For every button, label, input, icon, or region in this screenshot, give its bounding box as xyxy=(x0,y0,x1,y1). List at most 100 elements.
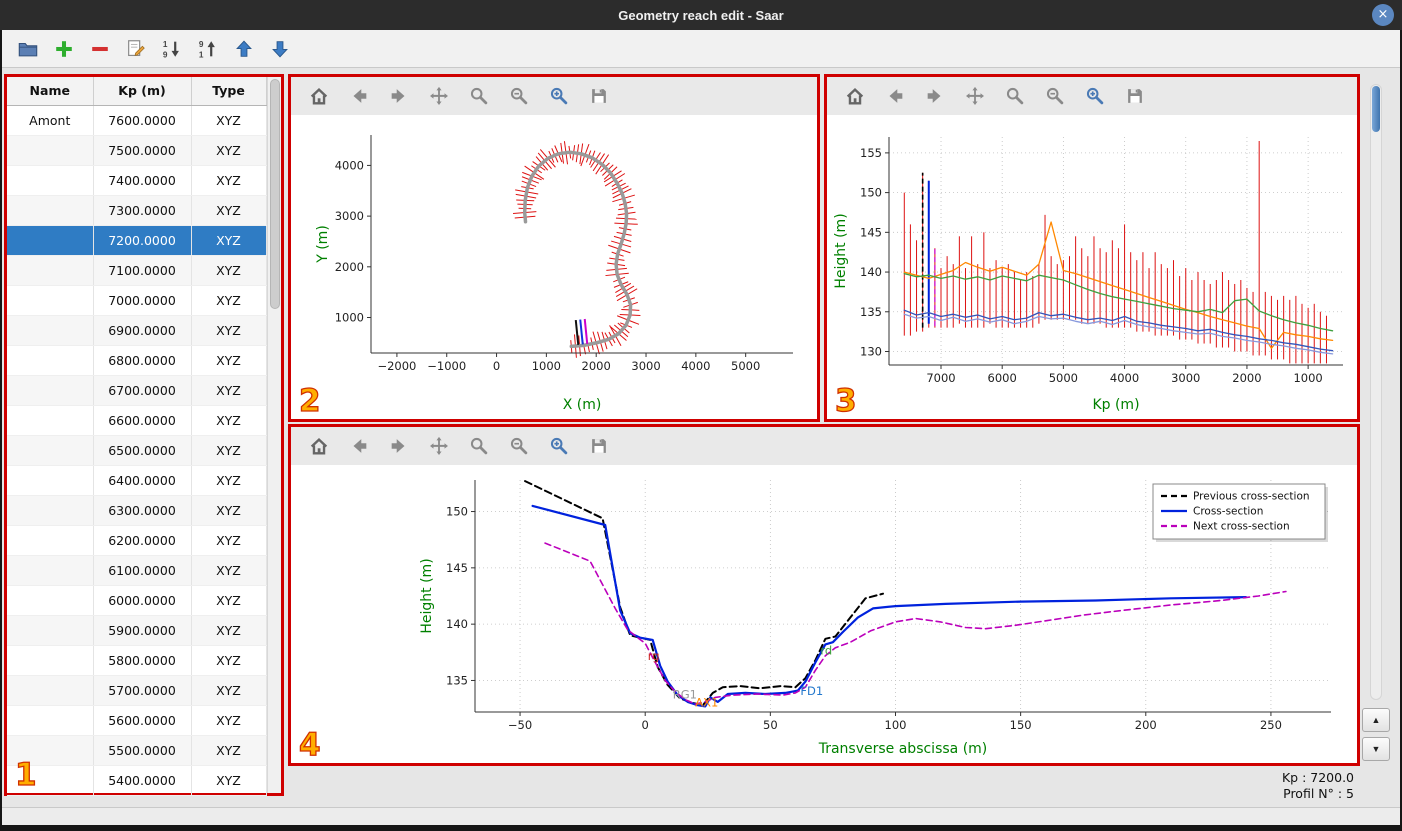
cell-type[interactable]: XYZ xyxy=(191,615,267,646)
longitudinal-profile-figure[interactable]: 7000 6000 5000 4000 3000 2000 1000 130 135 140 145… xyxy=(827,115,1357,419)
cell-kp[interactable]: 5600.0000 xyxy=(93,705,192,736)
remove-profile-button[interactable] xyxy=(86,35,114,63)
cell-name[interactable] xyxy=(7,255,94,286)
cell-name[interactable] xyxy=(7,645,94,676)
table-row[interactable]: 6800.0000 XYZ xyxy=(7,345,267,376)
cell-type[interactable]: XYZ xyxy=(191,375,267,406)
cell-kp[interactable]: 7500.0000 xyxy=(93,135,192,166)
add-profile-button[interactable] xyxy=(50,35,78,63)
table-row[interactable]: 5500.0000 XYZ xyxy=(7,735,267,766)
cell-kp[interactable]: 7400.0000 xyxy=(93,165,192,196)
cell-name[interactable] xyxy=(7,615,94,646)
zoom-button[interactable] xyxy=(1001,83,1028,110)
cell-kp[interactable]: 5700.0000 xyxy=(93,675,192,706)
cell-name[interactable] xyxy=(7,495,94,526)
cell-kp[interactable]: 7600.0000 xyxy=(93,105,192,136)
zoom-button[interactable] xyxy=(465,83,492,110)
zoom-button[interactable] xyxy=(465,433,492,460)
cell-type[interactable]: XYZ xyxy=(191,705,267,736)
cell-name[interactable] xyxy=(7,165,94,196)
pan-button[interactable] xyxy=(425,83,452,110)
column-header-type[interactable]: Type xyxy=(191,77,267,106)
cell-type[interactable]: XYZ xyxy=(191,165,267,196)
cell-type[interactable]: XYZ xyxy=(191,435,267,466)
table-row[interactable]: 6900.0000 XYZ xyxy=(7,315,267,346)
table-row[interactable]: 6100.0000 XYZ xyxy=(7,555,267,586)
vertical-scrollbar[interactable] xyxy=(1370,84,1382,700)
cell-type[interactable]: XYZ xyxy=(191,315,267,346)
cell-name[interactable] xyxy=(7,675,94,706)
cell-kp[interactable]: 7000.0000 xyxy=(93,285,192,316)
zoom-in-button[interactable] xyxy=(1081,83,1108,110)
table-row[interactable]: 7500.0000 XYZ xyxy=(7,135,267,166)
cell-type[interactable]: XYZ xyxy=(191,285,267,316)
cell-name[interactable] xyxy=(7,555,94,586)
cell-kp[interactable]: 5800.0000 xyxy=(93,645,192,676)
table-row[interactable]: 7400.0000 XYZ xyxy=(7,165,267,196)
table-row[interactable]: 5600.0000 XYZ xyxy=(7,705,267,736)
cell-name[interactable] xyxy=(7,195,94,226)
cell-name[interactable] xyxy=(7,315,94,346)
cell-type[interactable]: XYZ xyxy=(191,555,267,586)
table-row[interactable]: 5700.0000 XYZ xyxy=(7,675,267,706)
profiles-table[interactable]: Name Kp (m) Type Amont 7600.0000 XYZ 7500.000… xyxy=(7,77,267,796)
cell-type[interactable]: XYZ xyxy=(191,735,267,766)
cell-name[interactable] xyxy=(7,345,94,376)
table-scrollbar-thumb[interactable] xyxy=(269,79,280,309)
cell-type[interactable]: XYZ xyxy=(191,345,267,376)
sort-ascending-button[interactable]: 19 xyxy=(158,35,186,63)
save-button[interactable] xyxy=(585,83,612,110)
cell-kp[interactable]: 6300.0000 xyxy=(93,495,192,526)
table-row[interactable]: 5900.0000 XYZ xyxy=(7,615,267,646)
cell-type[interactable]: XYZ xyxy=(191,495,267,526)
cell-type[interactable]: XYZ xyxy=(191,645,267,676)
forward-button[interactable] xyxy=(385,433,412,460)
vertical-scrollbar-thumb[interactable] xyxy=(1372,86,1380,132)
cell-kp[interactable]: 6000.0000 xyxy=(93,585,192,616)
table-row[interactable]: 6200.0000 XYZ xyxy=(7,525,267,556)
cross-section-figure[interactable]: −50 0 50 100 150 200 250 135 140 145 150 Transverse… xyxy=(291,465,1357,763)
zoom-out-button[interactable] xyxy=(1041,83,1068,110)
cell-type[interactable]: XYZ xyxy=(191,525,267,556)
cell-name[interactable] xyxy=(7,405,94,436)
home-button[interactable] xyxy=(305,83,332,110)
cell-type[interactable]: XYZ xyxy=(191,195,267,226)
cell-type[interactable]: XYZ xyxy=(191,465,267,496)
cell-kp[interactable]: 7200.0000 xyxy=(93,225,192,256)
table-row[interactable]: 7300.0000 XYZ xyxy=(7,195,267,226)
forward-button[interactable] xyxy=(921,83,948,110)
cell-kp[interactable]: 6100.0000 xyxy=(93,555,192,586)
move-profile-down-button[interactable] xyxy=(266,35,294,63)
table-row[interactable]: 6000.0000 XYZ xyxy=(7,585,267,616)
table-row[interactable]: 7000.0000 XYZ xyxy=(7,285,267,316)
save-button[interactable] xyxy=(585,433,612,460)
pan-button[interactable] xyxy=(425,433,452,460)
cell-name[interactable] xyxy=(7,585,94,616)
back-button[interactable] xyxy=(345,83,372,110)
profile-down-button[interactable]: ▼ xyxy=(1362,737,1390,761)
pan-button[interactable] xyxy=(961,83,988,110)
cell-kp[interactable]: 6800.0000 xyxy=(93,345,192,376)
cell-kp[interactable]: 6600.0000 xyxy=(93,405,192,436)
cell-type[interactable]: XYZ xyxy=(191,405,267,436)
cell-kp[interactable]: 7300.0000 xyxy=(93,195,192,226)
cell-name[interactable] xyxy=(7,375,94,406)
cell-name[interactable] xyxy=(7,135,94,166)
open-file-button[interactable] xyxy=(14,35,42,63)
zoom-out-button[interactable] xyxy=(505,83,532,110)
cell-kp[interactable]: 5900.0000 xyxy=(93,615,192,646)
zoom-in-button[interactable] xyxy=(545,83,572,110)
cell-type[interactable]: XYZ xyxy=(191,675,267,706)
cell-name[interactable] xyxy=(7,225,94,256)
table-row[interactable]: 5800.0000 XYZ xyxy=(7,645,267,676)
table-row[interactable]: 7200.0000 XYZ xyxy=(7,225,267,256)
cell-kp[interactable]: 6400.0000 xyxy=(93,465,192,496)
home-button[interactable] xyxy=(305,433,332,460)
cell-kp[interactable]: 6200.0000 xyxy=(93,525,192,556)
back-button[interactable] xyxy=(881,83,908,110)
cell-kp[interactable]: 7100.0000 xyxy=(93,255,192,286)
cell-type[interactable]: XYZ xyxy=(191,585,267,616)
forward-button[interactable] xyxy=(385,83,412,110)
cell-name[interactable] xyxy=(7,525,94,556)
cell-name[interactable] xyxy=(7,285,94,316)
